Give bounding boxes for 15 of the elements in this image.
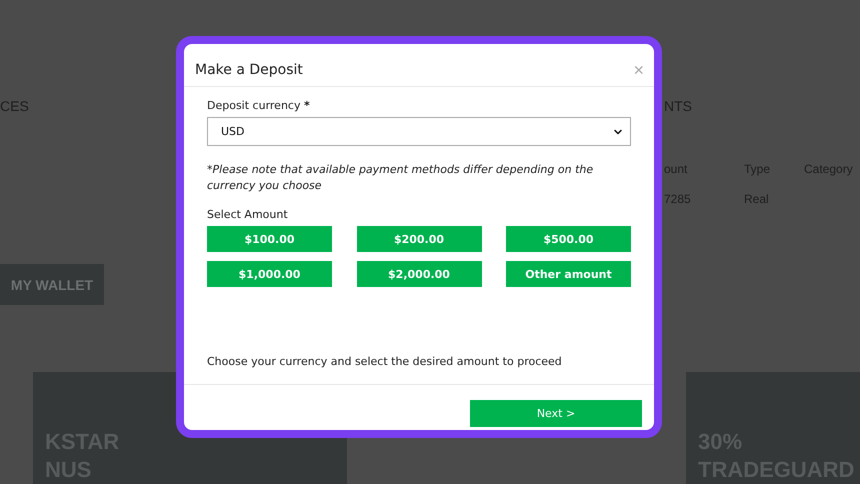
next-button[interactable]: Next > xyxy=(470,400,642,427)
currency-select[interactable]: USD xyxy=(207,117,631,146)
amount-button[interactable]: Other amount xyxy=(506,261,631,287)
amount-label: Select Amount xyxy=(207,208,289,221)
amount-button[interactable]: $2,000.00 xyxy=(356,261,482,287)
wallet-button[interactable]: MY WALLET xyxy=(0,264,104,305)
dialog-title: Make a Deposit xyxy=(195,62,303,78)
field-label: Deposit currency * xyxy=(207,99,311,112)
close-button[interactable]: × xyxy=(633,61,644,79)
note-text: *Please note that available payment methods differ depending on the currency you choose xyxy=(207,162,594,194)
amount-button[interactable]: $100.00 xyxy=(207,226,332,252)
amount-button[interactable]: $1,000.00 xyxy=(207,261,332,287)
amount-button[interactable]: $500.00 xyxy=(506,226,631,252)
amount-button[interactable]: $200.00 xyxy=(356,226,482,252)
hint-text: Choose your currency and select the desired amount to proceed xyxy=(207,355,563,368)
